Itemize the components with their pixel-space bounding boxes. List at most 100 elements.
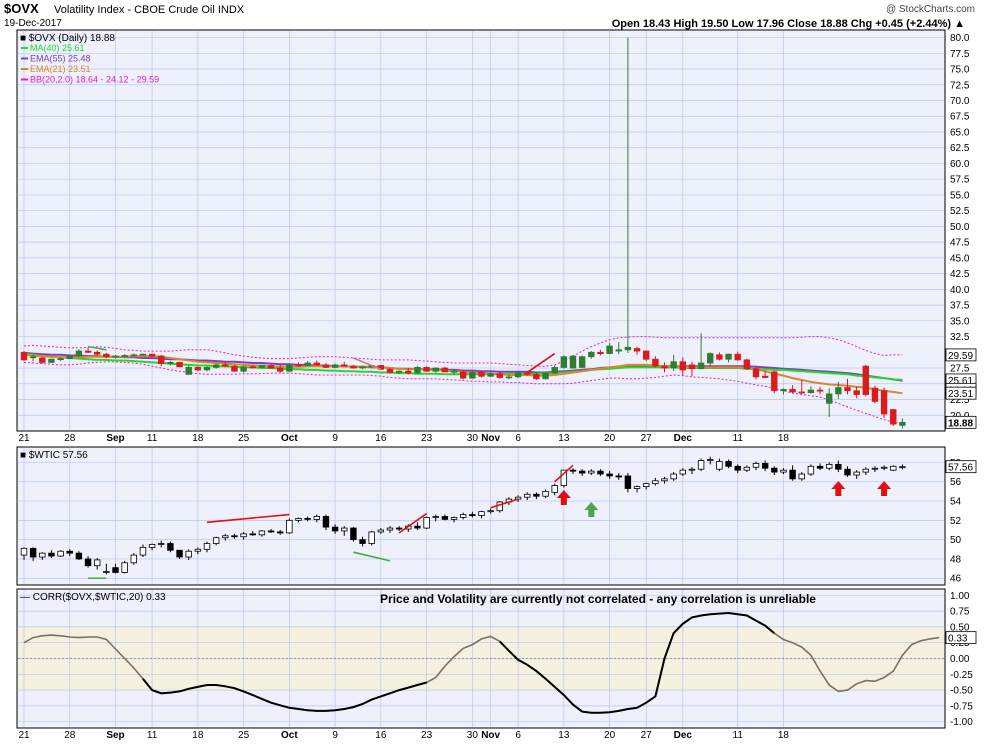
candle-body — [57, 358, 64, 361]
candle-body — [670, 361, 677, 369]
x-axis-tick-label: 27 — [641, 730, 653, 741]
x-axis-tick-label: 11 — [733, 433, 744, 444]
candle-body — [679, 469, 686, 475]
candle-body — [542, 372, 549, 380]
y-axis-tick-label: 77.5 — [950, 49, 970, 60]
x-axis-tick-label: 28 — [64, 730, 76, 741]
candle-body — [395, 370, 403, 373]
candle-body — [606, 345, 613, 354]
candle-body — [771, 371, 778, 392]
candle-body — [185, 550, 192, 558]
chart-canvas: $OVX Volatility Index - CBOE Crude Oil IN… — [0, 0, 990, 744]
x-axis-tick-label: 21 — [18, 730, 30, 741]
candle-body — [103, 353, 110, 358]
candle-body — [258, 365, 266, 368]
candle-body — [313, 516, 320, 520]
y-axis-tick-label: 46 — [950, 574, 962, 585]
y-axis-tick-label: 70.0 — [950, 96, 970, 107]
y-axis-tick-label: 62.5 — [950, 143, 970, 154]
candle — [697, 458, 705, 472]
candle-body — [679, 361, 686, 371]
y-axis-tick-label: -0.50 — [950, 686, 973, 697]
stockcharts-watermark: @ StockCharts.com — [886, 4, 975, 15]
y-axis-tick-label: 27.5 — [950, 364, 970, 375]
candle-body — [505, 376, 513, 379]
candle-body — [752, 368, 760, 378]
candle-body — [222, 535, 229, 539]
candle-body — [20, 351, 28, 361]
candle-body — [761, 375, 769, 378]
candle-body — [469, 372, 476, 379]
x-axis-tick-label: 18 — [192, 730, 204, 741]
candle-body — [899, 466, 906, 469]
candle-body — [341, 364, 348, 367]
candle-body — [322, 516, 330, 528]
candle-body — [743, 466, 751, 471]
x-axis-tick-label: Dec — [674, 433, 693, 444]
candle-body — [84, 350, 92, 353]
candle-body — [478, 511, 485, 516]
candle — [258, 364, 266, 369]
y-axis-tick-label: 75.0 — [950, 65, 970, 76]
candle-body — [459, 514, 467, 518]
candle-body — [524, 372, 531, 375]
x-axis-tick-label: 13 — [558, 730, 570, 741]
x-axis-tick-label: 6 — [515, 730, 521, 741]
candle — [871, 385, 879, 404]
candle-body — [450, 370, 458, 373]
candle-body — [148, 353, 156, 357]
candle-body — [514, 496, 522, 500]
candle-body — [29, 356, 37, 359]
candle-body — [478, 372, 485, 377]
candle-body — [48, 358, 55, 363]
y-axis-tick-label: 37.5 — [950, 301, 970, 312]
candle-body — [761, 463, 769, 469]
candle — [542, 372, 549, 380]
candle-body — [222, 364, 229, 367]
candle-body — [432, 367, 439, 372]
x-axis-tick-label: 25 — [238, 730, 250, 741]
candle — [514, 371, 522, 379]
candle-body — [286, 364, 293, 372]
candle-body — [121, 355, 128, 357]
candle-body — [578, 470, 586, 474]
candle-body — [158, 355, 165, 365]
candle — [569, 354, 577, 369]
candle-body — [734, 353, 741, 361]
candle-body — [167, 361, 174, 365]
candle-body — [725, 353, 732, 360]
candle-body — [807, 465, 815, 475]
x-axis-tick-label: 9 — [332, 433, 338, 444]
candle-body — [267, 530, 275, 533]
y-axis-tick-label: 1.00 — [950, 591, 970, 602]
candle-body — [441, 367, 449, 373]
candle-body — [798, 473, 805, 480]
candle-body — [789, 389, 796, 393]
x-axis-tick-label: 11 — [147, 433, 158, 444]
candle-body — [533, 373, 540, 380]
candle-body — [816, 465, 824, 469]
candle-body — [158, 543, 165, 545]
candle-body — [231, 365, 238, 372]
y-axis-tick-label: 60.0 — [950, 159, 970, 170]
candle — [496, 501, 503, 513]
candle-body — [780, 389, 787, 392]
candle-body — [276, 531, 284, 534]
candle-body — [716, 461, 723, 470]
candle-body — [313, 362, 320, 366]
candle-body — [75, 350, 83, 357]
candle-body — [66, 355, 73, 360]
y-axis-tick-label: 55.0 — [950, 190, 970, 201]
candle-body — [880, 390, 888, 415]
x-axis-tick-label: 28 — [64, 433, 76, 444]
candle-body — [176, 361, 183, 368]
candle — [231, 364, 238, 372]
candle-body — [551, 367, 558, 374]
y-axis-tick-label: 45.0 — [950, 253, 970, 264]
candle — [39, 356, 46, 364]
candle-body — [524, 493, 531, 498]
candle — [20, 351, 28, 362]
y-axis-tick-label: 40.0 — [950, 285, 970, 296]
candle-body — [350, 365, 357, 369]
candle-body — [212, 364, 220, 368]
